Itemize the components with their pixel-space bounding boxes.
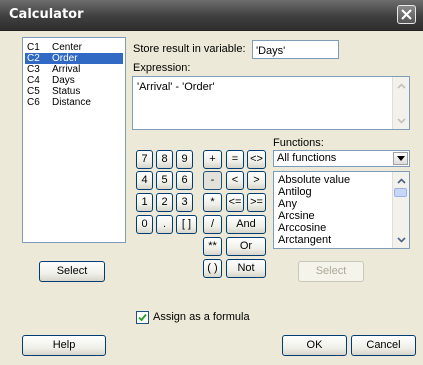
functions-filter-value: All functions bbox=[277, 152, 337, 164]
chevron-down-icon bbox=[397, 156, 405, 161]
chevron-down-icon bbox=[396, 236, 406, 243]
variable-item-c3[interactable]: C3 Arrival bbox=[25, 64, 123, 75]
variable-item-c5[interactable]: C5 Status bbox=[25, 86, 123, 97]
function-item[interactable]: Arcsine bbox=[278, 210, 315, 222]
function-item[interactable]: Absolute value bbox=[278, 174, 350, 186]
key-or[interactable]: Or bbox=[226, 237, 266, 256]
key-6[interactable]: 6 bbox=[176, 171, 193, 190]
select-variable-button[interactable]: Select bbox=[39, 261, 105, 282]
key-1[interactable]: 1 bbox=[136, 193, 153, 212]
scroll-thumb[interactable] bbox=[394, 188, 407, 197]
store-result-input[interactable] bbox=[252, 40, 339, 59]
scroll-up-button[interactable] bbox=[394, 78, 408, 93]
key-greater-equal[interactable]: >= bbox=[247, 193, 266, 212]
functions-label: Functions: bbox=[273, 137, 324, 149]
scroll-up-button[interactable] bbox=[394, 173, 408, 188]
expression-input[interactable]: 'Arrival' - 'Order' bbox=[132, 76, 410, 130]
key-greater-than[interactable]: > bbox=[247, 171, 266, 190]
expression-scrollbar[interactable] bbox=[392, 77, 409, 129]
key-3[interactable]: 3 bbox=[176, 193, 193, 212]
functions-filter-select[interactable]: All functions bbox=[273, 150, 410, 167]
key-equals[interactable]: = bbox=[226, 150, 244, 169]
variable-name: Distance bbox=[52, 97, 91, 108]
key-8[interactable]: 8 bbox=[156, 150, 173, 169]
variable-name: Arrival bbox=[52, 64, 81, 75]
window-title: Calculator bbox=[9, 7, 84, 22]
chevron-down-icon bbox=[396, 117, 406, 124]
dropdown-button[interactable] bbox=[393, 152, 408, 165]
variable-id: C2 bbox=[27, 53, 40, 64]
key-0[interactable]: 0 bbox=[136, 215, 153, 234]
chevron-up-icon bbox=[396, 177, 406, 184]
variable-name: Order bbox=[52, 53, 78, 64]
variable-name: Status bbox=[52, 86, 81, 97]
key-plus[interactable]: + bbox=[203, 150, 222, 169]
cancel-button[interactable]: Cancel bbox=[351, 335, 416, 356]
key-4[interactable]: 4 bbox=[136, 171, 153, 190]
ok-button[interactable]: OK bbox=[282, 335, 347, 356]
key-brackets[interactable]: [ ] bbox=[176, 215, 197, 234]
key-2[interactable]: 2 bbox=[156, 193, 173, 212]
key-power[interactable]: ** bbox=[203, 237, 222, 256]
select-function-button[interactable]: Select bbox=[298, 261, 364, 282]
expression-text: 'Arrival' - 'Order' bbox=[137, 81, 215, 93]
variable-item-c2[interactable]: C2 Order bbox=[25, 53, 123, 64]
variable-item-c1[interactable]: C1 Center bbox=[25, 42, 123, 53]
variable-id: C5 bbox=[27, 86, 40, 97]
key-decimal[interactable]: . bbox=[156, 215, 173, 234]
function-item[interactable]: Arccosine bbox=[278, 222, 326, 234]
variable-item-c4[interactable]: C4 Days bbox=[25, 75, 123, 86]
key-minus[interactable]: - bbox=[203, 171, 222, 190]
key-9[interactable]: 9 bbox=[176, 150, 193, 169]
variable-id: C6 bbox=[27, 97, 40, 108]
functions-scrollbar[interactable] bbox=[392, 172, 409, 248]
function-item[interactable]: Any bbox=[278, 198, 297, 210]
store-result-label: Store result in variable: bbox=[133, 43, 246, 55]
scroll-down-button[interactable] bbox=[394, 113, 408, 128]
variable-name: Days bbox=[52, 75, 75, 86]
close-button[interactable] bbox=[397, 5, 416, 24]
key-7[interactable]: 7 bbox=[136, 150, 153, 169]
key-and[interactable]: And bbox=[226, 215, 266, 234]
key-divide[interactable]: / bbox=[203, 215, 222, 234]
key-less-than[interactable]: < bbox=[226, 171, 244, 190]
variable-item-c6[interactable]: C6 Distance bbox=[25, 97, 123, 108]
key-parentheses[interactable]: ( ) bbox=[203, 259, 222, 278]
variable-id: C4 bbox=[27, 75, 40, 86]
assign-formula-checkbox[interactable] bbox=[136, 311, 149, 324]
title-bar: Calculator bbox=[0, 0, 423, 31]
help-button[interactable]: Help bbox=[22, 335, 106, 356]
variable-name: Center bbox=[52, 42, 83, 53]
key-5[interactable]: 5 bbox=[156, 171, 173, 190]
functions-list[interactable]: Absolute value Antilog Any Arcsine Arcco… bbox=[273, 171, 410, 249]
function-item[interactable]: Arctangent bbox=[278, 234, 331, 246]
key-less-equal[interactable]: <= bbox=[226, 193, 244, 212]
expression-label: Expression: bbox=[133, 62, 191, 74]
key-multiply[interactable]: * bbox=[203, 193, 222, 212]
key-not-equal[interactable]: <> bbox=[247, 150, 266, 169]
key-not[interactable]: Not bbox=[226, 259, 266, 278]
function-item[interactable]: Antilog bbox=[278, 186, 312, 198]
chevron-up-icon bbox=[396, 82, 406, 89]
variable-list[interactable]: C1 Center C2 Order C3 Arrival C4 Days C5… bbox=[22, 37, 126, 243]
variable-id: C3 bbox=[27, 64, 40, 75]
scroll-down-button[interactable] bbox=[394, 232, 408, 247]
close-icon bbox=[401, 9, 412, 20]
variable-id: C1 bbox=[27, 42, 40, 53]
assign-formula-label[interactable]: Assign as a formula bbox=[153, 311, 250, 323]
checkmark-icon bbox=[138, 313, 147, 322]
